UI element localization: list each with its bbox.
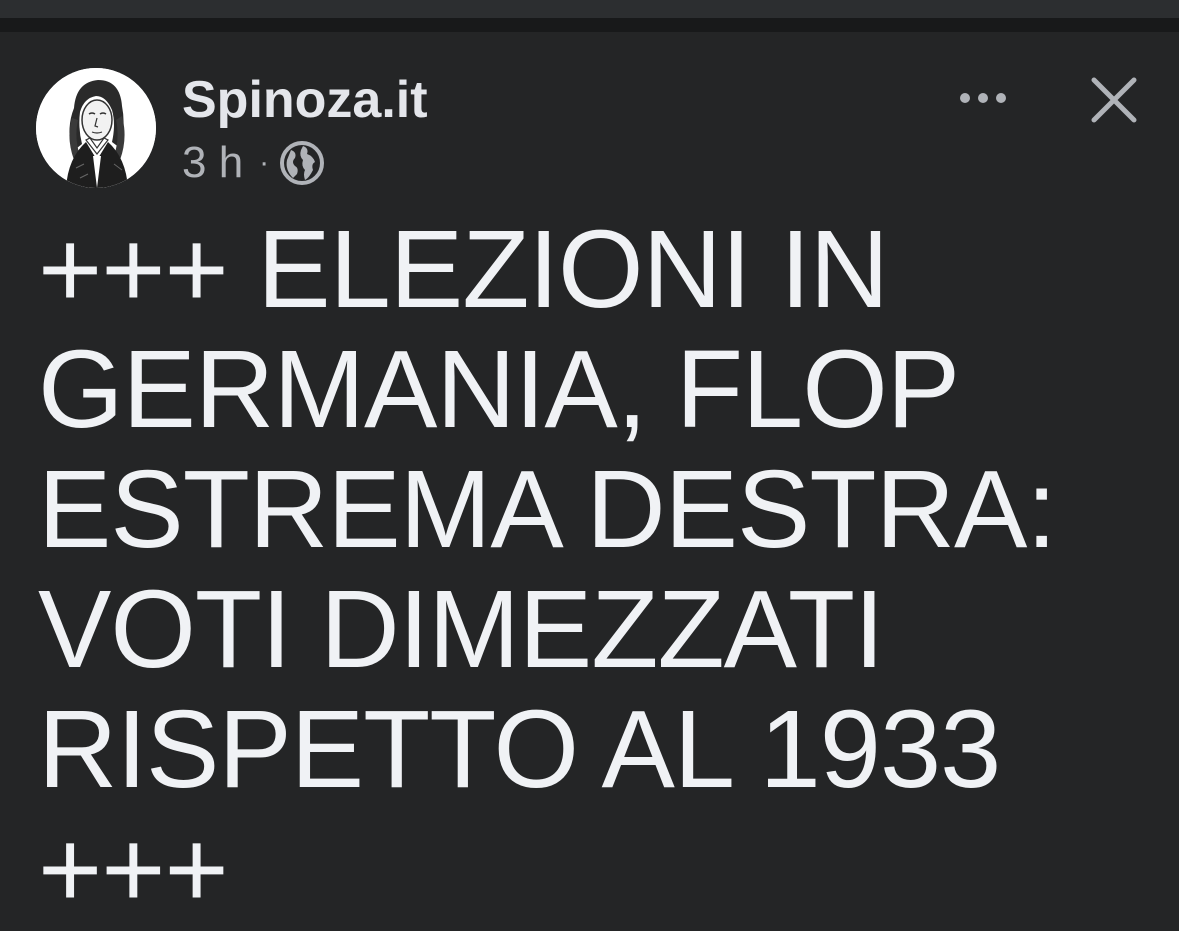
post-timestamp[interactable]: 3 h: [182, 140, 243, 186]
more-horizontal-icon: [960, 93, 1006, 103]
more-options-button[interactable]: [948, 80, 1018, 116]
portrait-illustration: [36, 68, 156, 188]
globe-icon[interactable]: [279, 140, 325, 186]
close-icon: [1091, 77, 1137, 123]
post-meta: 3 h ·: [182, 140, 325, 186]
feed-divider: [0, 18, 1179, 32]
top-strip: [0, 0, 1179, 18]
meta-separator: ·: [259, 146, 270, 179]
page-name[interactable]: Spinoza.it: [182, 70, 428, 130]
post-text: +++ ELEZIONI IN GERMANIA, FLOP ESTREMA D…: [38, 208, 1086, 931]
close-button[interactable]: [1084, 70, 1144, 130]
post-card: Spinoza.it 3 h · +++ ELEZIONI IN GERMANI…: [0, 32, 1179, 930]
avatar[interactable]: [36, 68, 156, 188]
